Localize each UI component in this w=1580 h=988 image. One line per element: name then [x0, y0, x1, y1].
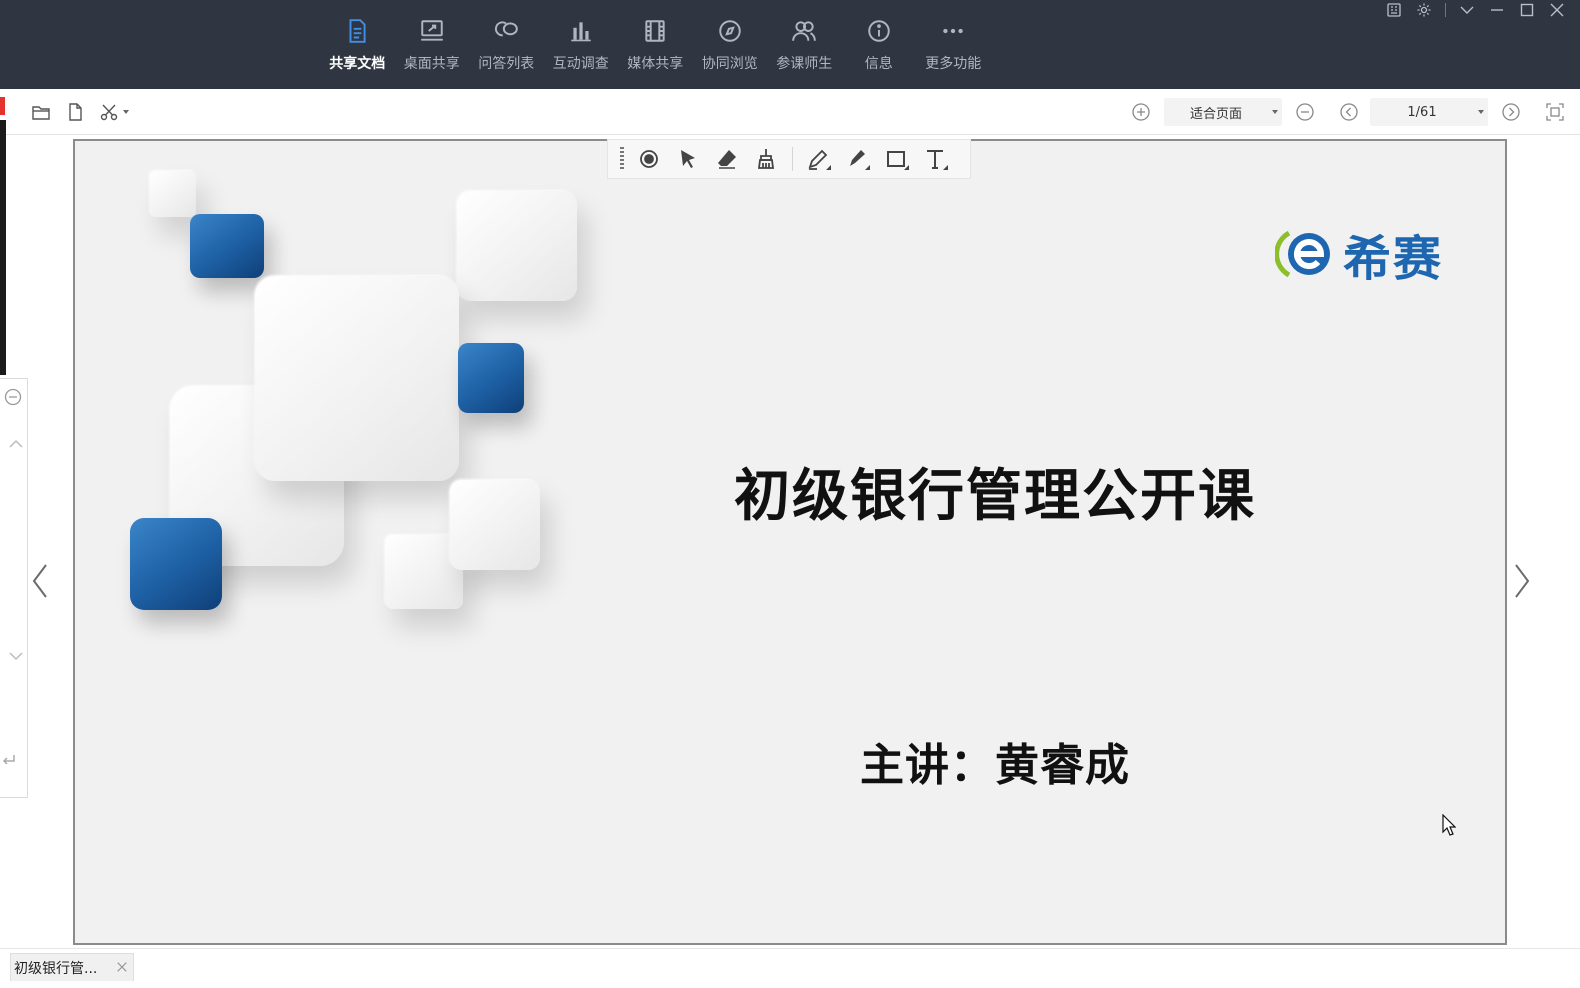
caret-down-icon	[1268, 108, 1282, 116]
window-controls	[1379, 0, 1572, 20]
tab-label: 参课师生	[776, 56, 833, 72]
tab-label: 信息	[864, 56, 893, 72]
collapse-icon[interactable]	[2, 386, 24, 408]
divider	[792, 147, 793, 171]
close-tab-icon[interactable]	[115, 960, 129, 974]
annotation-toolbar	[607, 139, 971, 179]
zoom-in-icon[interactable]	[1130, 101, 1152, 123]
open-folder-icon[interactable]	[30, 101, 52, 123]
document-tab-bar: 初级银行管...	[0, 948, 1580, 988]
tab-label: 问答列表	[478, 56, 535, 72]
logo-e-mark-icon	[1275, 230, 1330, 278]
tab-label: 互动调查	[552, 56, 609, 72]
document-toolbar: 适合页面 1/61	[0, 89, 1580, 135]
company-logo: 希赛	[1275, 219, 1443, 289]
tab-desktop-share[interactable]: 桌面共享	[395, 0, 470, 89]
film-icon	[641, 17, 669, 45]
decor-tile	[457, 191, 577, 301]
next-slide-button[interactable]	[1504, 508, 1540, 653]
tab-label: 协同浏览	[701, 56, 758, 72]
pointer-arrow-icon[interactable]	[673, 144, 703, 174]
scroll-up-icon[interactable]	[5, 433, 27, 455]
tab-shared-document[interactable]: 共享文档	[320, 0, 395, 89]
left-edge-strip	[0, 120, 6, 375]
file-icon[interactable]	[64, 101, 86, 123]
tab-participants[interactable]: 参课师生	[767, 0, 842, 89]
clear-brush-icon[interactable]	[751, 144, 781, 174]
top-toolbar: 共享文档 桌面共享 问答列表 互动调查 媒体共享 协同浏览 参课师生 信息 更多…	[0, 0, 1580, 89]
maximize-icon[interactable]	[1512, 0, 1542, 20]
slide-speaker: 主讲：黄睿成	[860, 740, 1130, 791]
tab-qa-list[interactable]: 问答列表	[469, 0, 544, 89]
rectangle-icon[interactable]	[881, 144, 911, 174]
function-tabs: 共享文档 桌面共享 问答列表 互动调查 媒体共享 协同浏览 参课师生 信息 更多…	[320, 0, 991, 89]
mouse-cursor-icon	[1442, 814, 1456, 836]
file-tools	[30, 89, 130, 135]
caret-down-icon[interactable]	[122, 101, 130, 123]
slide-title: 初级银行管理公开课	[734, 464, 1256, 529]
bar-chart-icon	[567, 17, 595, 45]
document-icon	[343, 17, 371, 45]
fullscreen-icon[interactable]	[1544, 101, 1566, 123]
page-indicator: 1/61	[1407, 104, 1437, 120]
highlighter-icon[interactable]	[842, 144, 872, 174]
info-icon	[865, 17, 893, 45]
tab-interactive-survey[interactable]: 互动调查	[544, 0, 619, 89]
chevron-down-icon[interactable]	[1452, 0, 1482, 20]
zoom-mode-value: 适合页面	[1189, 106, 1242, 122]
view-controls: 适合页面 1/61	[1130, 89, 1566, 135]
zoom-out-icon[interactable]	[1294, 101, 1316, 123]
caret-down-icon	[1474, 108, 1488, 116]
decor-tile	[255, 276, 459, 481]
text-tool-icon[interactable]	[920, 144, 950, 174]
pen-icon[interactable]	[803, 144, 833, 174]
previous-page-icon[interactable]	[1338, 101, 1360, 123]
tab-co-browse[interactable]: 协同浏览	[693, 0, 768, 89]
drag-handle[interactable]	[620, 147, 624, 171]
slide-canvas: 希赛 初级银行管理公开课 主讲：黄睿成	[73, 139, 1507, 945]
logo-text: 希赛	[1343, 231, 1444, 287]
chevron-right-icon	[1515, 563, 1530, 598]
tab-label: 桌面共享	[403, 56, 460, 72]
desktop-share-icon	[418, 17, 446, 45]
return-icon[interactable]	[0, 749, 20, 771]
decor-tile	[150, 171, 196, 217]
decor-tile	[190, 214, 264, 278]
zoom-mode-select[interactable]: 适合页面	[1164, 98, 1282, 126]
more-dots-icon	[939, 17, 967, 45]
tab-label: 更多功能	[925, 56, 982, 72]
next-page-icon[interactable]	[1500, 101, 1522, 123]
document-tab-label: 初级银行管...	[14, 960, 98, 977]
decor-tile	[458, 343, 524, 413]
eraser-icon[interactable]	[712, 144, 742, 174]
minimize-icon[interactable]	[1482, 0, 1512, 20]
close-icon[interactable]	[1542, 0, 1572, 20]
record-dot-icon[interactable]	[634, 144, 664, 174]
tab-media-share[interactable]: 媒体共享	[618, 0, 693, 89]
chat-bubbles-icon	[492, 17, 520, 45]
decor-tile	[130, 518, 222, 610]
divider	[1445, 3, 1446, 17]
tab-info[interactable]: 信息	[842, 0, 917, 89]
chevron-left-icon	[32, 563, 47, 598]
tab-label: 媒体共享	[627, 56, 684, 72]
grid-icon[interactable]	[1379, 0, 1409, 20]
document-tab[interactable]: 初级银行管...	[10, 953, 134, 981]
tab-label: 共享文档	[329, 56, 386, 72]
people-icon	[790, 17, 818, 45]
settings-icon[interactable]	[1409, 0, 1439, 20]
page-select[interactable]: 1/61	[1370, 98, 1488, 126]
scissors-icon[interactable]	[98, 101, 120, 123]
decor-tile	[450, 480, 540, 570]
previous-slide-button[interactable]	[22, 508, 58, 653]
tab-more-functions[interactable]: 更多功能	[916, 0, 991, 89]
red-indicator	[0, 97, 5, 115]
compass-icon	[716, 17, 744, 45]
